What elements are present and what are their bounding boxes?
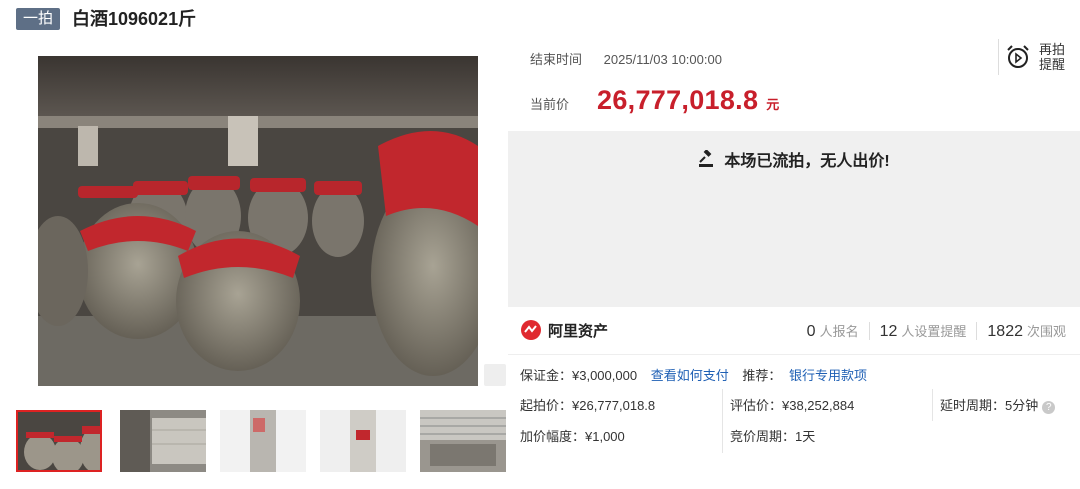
recommend-link[interactable]: 银行专用款项 — [789, 368, 867, 383]
bid-cycle: 竞价周期：1天 — [730, 429, 816, 444]
increment: 加价幅度：¥1,000 — [520, 429, 625, 444]
auction-details: 保证金：¥3,000,000 查看如何支付 推荐： 银行专用款项 起拍价：¥26… — [508, 355, 1080, 475]
page-title: 白酒1096021斤 — [72, 9, 197, 29]
recommend-label: 推荐： — [742, 368, 782, 383]
divider — [976, 322, 978, 340]
auction-status-text: 本场已流拍，无人出价! — [724, 153, 890, 170]
eval-price: 评估价：¥38,252,884 — [730, 398, 855, 413]
stats-counters: 0 人报名 12 人设置提醒 1822 次围观 — [807, 321, 1066, 341]
platform-name: 阿里资产 — [548, 322, 609, 340]
how-to-pay-link[interactable]: 查看如何支付 — [651, 368, 729, 383]
end-time-value: 2025/11/03 10:00:00 — [603, 52, 722, 67]
remind-count: 12 — [879, 323, 898, 340]
current-price-value: 26,777,018.8 — [597, 85, 759, 115]
view-count: 1822 — [987, 323, 1023, 340]
remind-button[interactable]: 再拍 提醒 — [998, 39, 1080, 75]
alarm-clock-icon — [1007, 45, 1029, 68]
gavel-icon — [699, 150, 714, 167]
auction-status: 本场已流拍，无人出价! — [508, 147, 1080, 171]
view-label: 次围观 — [1026, 324, 1066, 339]
divider — [722, 389, 723, 453]
thumbnail-5[interactable] — [420, 410, 506, 472]
thumbnail-1[interactable] — [16, 410, 102, 472]
auction-type-badge: 一拍 — [16, 8, 60, 30]
thumbnail-3[interactable] — [220, 410, 306, 472]
platform-stats-bar: 阿里资产 0 人报名 12 人设置提醒 1822 次围观 — [508, 307, 1080, 355]
deposit: 保证金：¥3,000,000 — [520, 368, 638, 383]
help-icon[interactable]: ? — [1042, 401, 1056, 414]
aliasset-logo-icon — [521, 320, 541, 340]
auction-info: 结束时间 2025/11/03 10:00:00 当前价 26,777,018.… — [508, 35, 1080, 131]
signup-label: 人报名 — [819, 324, 859, 339]
auction-status-panel: 本场已流拍，无人出价! — [508, 131, 1080, 307]
delay-cycle-text: 延时周期：5分钟 — [940, 398, 1039, 413]
divider — [932, 389, 933, 421]
remind-line1: 再拍 — [1039, 42, 1066, 57]
currency-unit: 元 — [766, 97, 780, 112]
current-price-label: 当前价 — [530, 97, 570, 112]
platform-logo[interactable]: 阿里资产 — [520, 319, 608, 341]
zoom-icon[interactable] — [484, 364, 506, 386]
thumbnail-4[interactable] — [320, 410, 406, 472]
delay-cycle: 延时周期：5分钟? — [940, 395, 1056, 414]
remind-label: 人设置提醒 — [901, 324, 967, 339]
end-time-row: 结束时间 2025/11/03 10:00:00 — [530, 49, 722, 68]
end-time-label: 结束时间 — [530, 52, 583, 67]
divider — [868, 322, 870, 340]
current-price-row: 当前价 26,777,018.8 元 — [530, 85, 779, 116]
start-price: 起拍价：¥26,777,018.8 — [520, 398, 656, 413]
thumbnail-2[interactable] — [120, 410, 206, 472]
thumbnail-strip — [16, 410, 506, 472]
deposit-row: 保证金：¥3,000,000 查看如何支付 推荐： 银行专用款项 — [520, 365, 867, 384]
remind-line2: 提醒 — [1039, 57, 1066, 72]
cellar-photo — [38, 56, 478, 386]
main-product-image[interactable] — [16, 56, 506, 386]
signup-count: 0 — [806, 323, 816, 340]
